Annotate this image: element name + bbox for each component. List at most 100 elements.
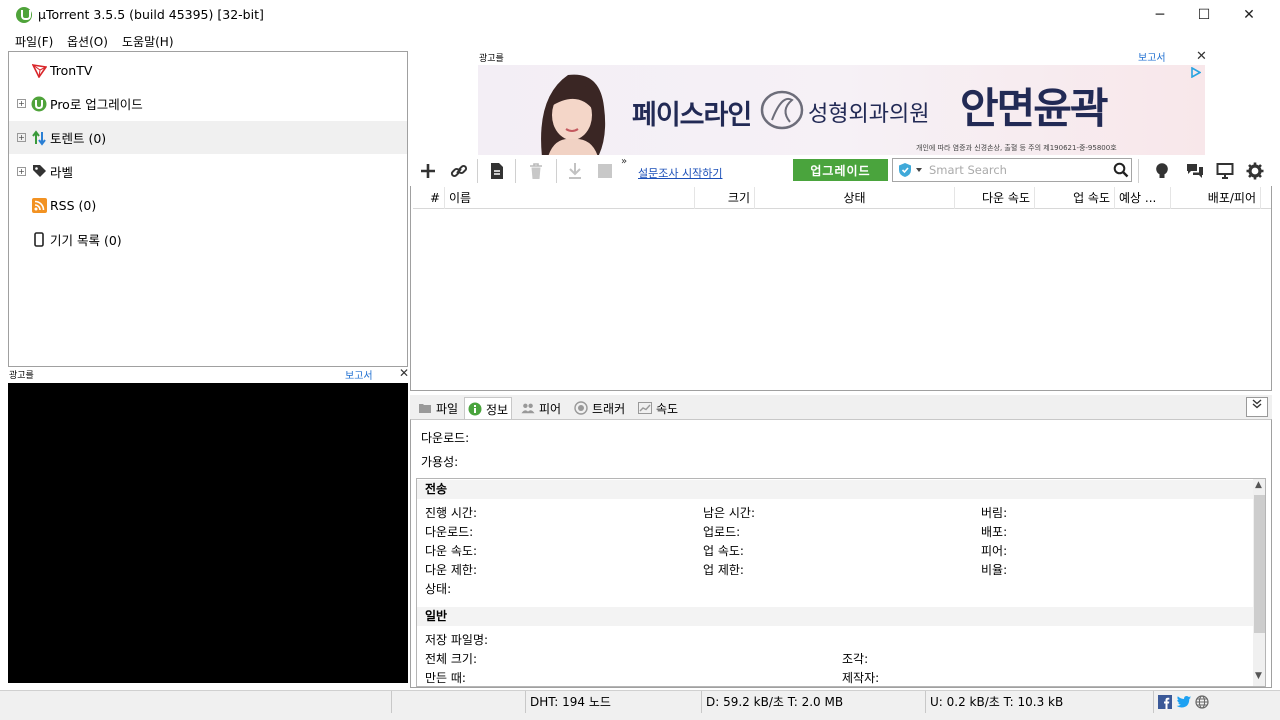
transfer-section-title: 전송: [417, 480, 1253, 499]
top-ad-banner[interactable]: 페이스라인 성형외과의원 안면윤곽 개인에 따라 염증과 신경손상, 출혈 등 …: [478, 65, 1205, 155]
elapsed-time-label: 진행 시간:: [425, 506, 478, 520]
upgrade-button[interactable]: 업그레이드: [793, 159, 888, 181]
ad-model-image: [541, 74, 606, 155]
globe-icon[interactable]: [1195, 695, 1209, 709]
availability-label: 가용성:: [421, 455, 459, 469]
collapse-panel-button[interactable]: [1246, 397, 1268, 417]
info-details-box: 전송 진행 시간: 다운로드: 다운 속도: 다운 제한: 상태: 남은 시간:…: [416, 478, 1266, 687]
speed-graph-icon: [638, 401, 652, 415]
survey-link[interactable]: 설문조사 시작하기: [638, 165, 722, 181]
status-upload[interactable]: U: 0.2 kB/초 T: 10.3 kB: [926, 691, 1154, 713]
expand-icon[interactable]: +: [17, 167, 26, 176]
sidebar-item-upgrade-pro[interactable]: + Pro로 업그레이드: [9, 87, 407, 120]
scrollbar-thumb[interactable]: [1254, 495, 1265, 633]
column-eta[interactable]: 예상 ...: [1115, 187, 1171, 209]
remote-display-icon[interactable]: [1214, 160, 1236, 182]
menu-help[interactable]: 도움말(H): [122, 33, 174, 50]
expand-icon[interactable]: +: [17, 99, 26, 108]
chat-icon[interactable]: [1184, 160, 1206, 182]
tab-trackers[interactable]: 트래커: [571, 397, 628, 419]
twitter-icon[interactable]: [1176, 695, 1191, 709]
status-download[interactable]: D: 59.2 kB/초 T: 2.0 MB: [702, 691, 926, 713]
toolbar-separator: [515, 159, 516, 183]
remove-torrent-icon[interactable]: [525, 160, 547, 182]
start-download-icon[interactable]: [564, 160, 586, 182]
search-provider-icon[interactable]: [898, 162, 924, 178]
stop-icon[interactable]: [594, 160, 616, 182]
double-chevron-down-icon: [1252, 399, 1262, 409]
scroll-up-icon[interactable]: ▲: [1255, 480, 1262, 490]
create-torrent-icon[interactable]: [486, 160, 508, 182]
close-button[interactable]: ✕: [1226, 0, 1272, 30]
ad-report-link[interactable]: 보고서: [1138, 49, 1166, 64]
sidebar-item-label: 기기 목록 (0): [50, 233, 122, 248]
peers-label: 피어:: [981, 544, 1008, 558]
lightbulb-icon[interactable]: [1151, 160, 1173, 182]
tab-speed[interactable]: 속도: [635, 397, 681, 419]
column-seeds-peers[interactable]: 배포/피어: [1171, 187, 1261, 209]
sidebar-item-torrents[interactable]: + 토렌트 (0): [9, 121, 407, 154]
tab-peers[interactable]: 피어: [518, 397, 564, 419]
window-title: µTorrent 3.5.5 (build 45395) [32-bit]: [38, 7, 264, 22]
sidebar-item-trontv[interactable]: TronTV: [9, 54, 407, 87]
column-status[interactable]: 상태: [755, 187, 955, 209]
main-toolbar: » 설문조사 시작하기 업그레이드: [410, 156, 1272, 186]
ad-close-icon[interactable]: ✕: [399, 366, 409, 380]
expand-icon[interactable]: +: [17, 133, 26, 142]
scroll-down-icon[interactable]: ▼: [1255, 671, 1262, 681]
torrents-updown-icon: [31, 129, 47, 146]
add-link-icon[interactable]: [448, 160, 470, 182]
left-ad-header: 광고를 보고서 ✕: [8, 366, 409, 382]
column-number[interactable]: #: [413, 187, 445, 209]
ratio-label: 비율:: [981, 563, 1008, 577]
more-chevron-icon[interactable]: »: [621, 156, 627, 167]
column-down-speed[interactable]: 다운 속도: [955, 187, 1035, 209]
ad-close-icon[interactable]: ✕: [1196, 49, 1207, 64]
trontv-icon: [31, 63, 47, 79]
ad-label: 광고를: [479, 54, 504, 64]
info-scrollbar[interactable]: ▲ ▼: [1253, 479, 1265, 686]
created-on-label: 만든 때:: [425, 671, 466, 685]
menu-file[interactable]: 파일(F): [15, 33, 53, 50]
sidebar-item-devices[interactable]: 기기 목록 (0): [9, 223, 407, 256]
tab-label: 피어: [539, 401, 562, 416]
device-icon: [31, 232, 47, 248]
title-bar: µTorrent 3.5.5 (build 45395) [32-bit] ─ …: [0, 0, 1280, 30]
tracker-icon: [574, 401, 588, 415]
tab-info[interactable]: 정보: [464, 397, 513, 420]
download-speed-label: 다운 속도:: [425, 544, 478, 558]
wasted-label: 버림:: [981, 506, 1008, 520]
sidebar-item-rss[interactable]: RSS (0): [9, 189, 407, 222]
upload-speed-label: 업 속도:: [703, 544, 744, 558]
ad-report-link[interactable]: 보고서: [345, 367, 373, 382]
maximize-button[interactable]: ☐: [1181, 0, 1227, 30]
category-sidebar: TronTV + Pro로 업그레이드 + 토렌트 (0) + 라벨 RSS (…: [8, 51, 408, 367]
menu-options[interactable]: 옵션(O): [67, 33, 108, 50]
label-tag-icon: [31, 164, 47, 180]
save-as-label: 저장 파일명:: [425, 633, 489, 647]
column-size[interactable]: 크기: [695, 187, 755, 209]
sidebar-item-labels[interactable]: + 라벨: [9, 155, 407, 188]
settings-gear-icon[interactable]: [1244, 160, 1266, 182]
search-input[interactable]: [929, 162, 1109, 178]
ad-label: 광고를: [9, 371, 34, 381]
status-bar: DHT: 194 노드 D: 59.2 kB/초 T: 2.0 MB U: 0.…: [0, 690, 1280, 720]
folder-icon: [418, 401, 432, 415]
total-size-label: 전체 크기:: [425, 652, 478, 666]
tab-files[interactable]: 파일: [415, 397, 461, 419]
column-name[interactable]: 이름: [445, 187, 695, 209]
column-up-speed[interactable]: 업 속도: [1035, 187, 1115, 209]
detail-tab-bar: 파일 정보 피어 트래커 속도: [410, 395, 1272, 420]
add-torrent-icon[interactable]: [417, 160, 439, 182]
utorrent-logo-icon: [31, 96, 47, 112]
sidebar-item-label: 토렌트 (0): [50, 131, 107, 146]
search-icon[interactable]: [1113, 162, 1129, 178]
facebook-icon[interactable]: [1158, 695, 1172, 709]
left-ad-banner[interactable]: [8, 383, 408, 683]
minimize-button[interactable]: ─: [1137, 0, 1183, 30]
adchoices-icon[interactable]: [1190, 66, 1202, 79]
tab-label: 파일: [436, 401, 459, 416]
tab-label: 정보: [486, 402, 509, 417]
torrent-list[interactable]: # 이름 크기 상태 다운 속도 업 속도 예상 ... 배포/피어: [410, 186, 1272, 391]
sidebar-item-label: Pro로 업그레이드: [50, 97, 143, 112]
